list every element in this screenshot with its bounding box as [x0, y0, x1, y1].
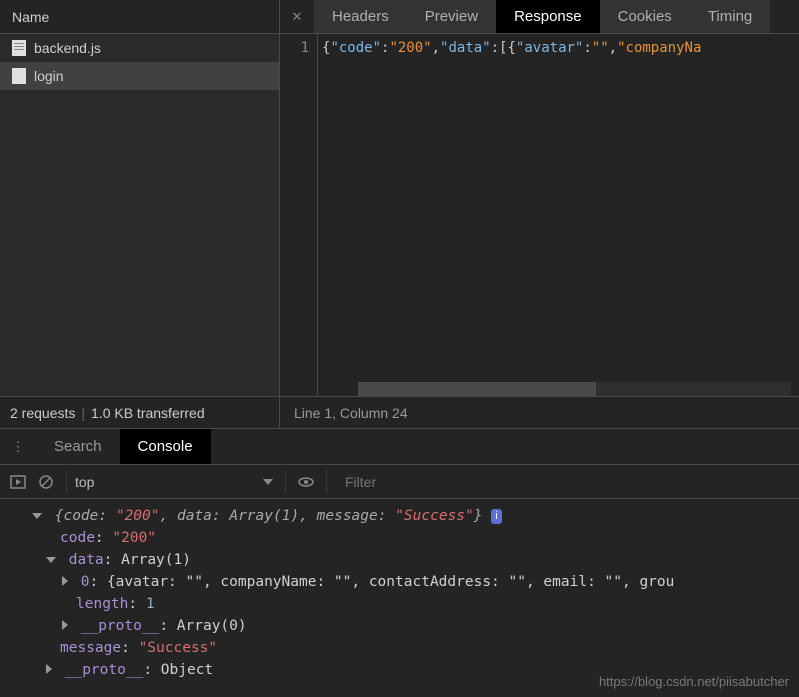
- watermark: https://blog.csdn.net/piisabutcher: [599, 671, 789, 693]
- response-body: 1 {"code":"200","data":[{"avatar":"","co…: [280, 34, 799, 396]
- name-column-header[interactable]: Name: [0, 0, 279, 34]
- network-tabs: ✕ Headers Preview Response Cookies Timin…: [280, 0, 799, 34]
- clear-console-icon[interactable]: [38, 474, 54, 490]
- request-list: backend.js login: [0, 34, 279, 396]
- drawer-tab-search[interactable]: Search: [36, 429, 120, 464]
- network-summary: 2 requests | 1.0 KB transferred: [0, 397, 280, 428]
- toggle-sidebar-icon[interactable]: [10, 474, 26, 490]
- request-row-login[interactable]: login: [0, 62, 279, 90]
- collapse-arrow-icon[interactable]: [62, 576, 68, 586]
- close-icon[interactable]: ✕: [280, 0, 314, 33]
- tab-cookies[interactable]: Cookies: [600, 0, 690, 33]
- line-number: 1: [280, 34, 318, 396]
- eye-icon[interactable]: [298, 474, 314, 490]
- horizontal-scrollbar[interactable]: [358, 382, 791, 396]
- expand-arrow-icon[interactable]: [32, 513, 42, 519]
- info-badge-icon[interactable]: i: [491, 509, 501, 524]
- kebab-menu-icon[interactable]: ⋮: [0, 429, 36, 464]
- execution-context-select[interactable]: top: [66, 470, 286, 494]
- tab-response[interactable]: Response: [496, 0, 600, 33]
- console-output[interactable]: {code: "200", data: Array(1), message: "…: [0, 499, 799, 697]
- expand-arrow-icon[interactable]: [46, 557, 56, 563]
- collapse-arrow-icon[interactable]: [46, 664, 52, 674]
- collapse-arrow-icon[interactable]: [62, 620, 68, 630]
- response-json[interactable]: {"code":"200","data":[{"avatar":"","comp…: [318, 34, 799, 396]
- drawer-tab-console[interactable]: Console: [120, 429, 211, 464]
- console-filter-input[interactable]: [341, 470, 541, 494]
- chevron-down-icon: [263, 479, 273, 485]
- tab-timing[interactable]: Timing: [690, 0, 770, 33]
- request-label: login: [34, 68, 64, 84]
- drawer-tabs: ⋮ Search Console: [0, 429, 799, 465]
- tab-preview[interactable]: Preview: [407, 0, 496, 33]
- js-file-icon: [12, 40, 26, 56]
- request-label: backend.js: [34, 40, 101, 56]
- file-icon: [12, 68, 26, 84]
- cursor-position: Line 1, Column 24: [280, 397, 799, 428]
- request-row-backend[interactable]: backend.js: [0, 34, 279, 62]
- tab-headers[interactable]: Headers: [314, 0, 407, 33]
